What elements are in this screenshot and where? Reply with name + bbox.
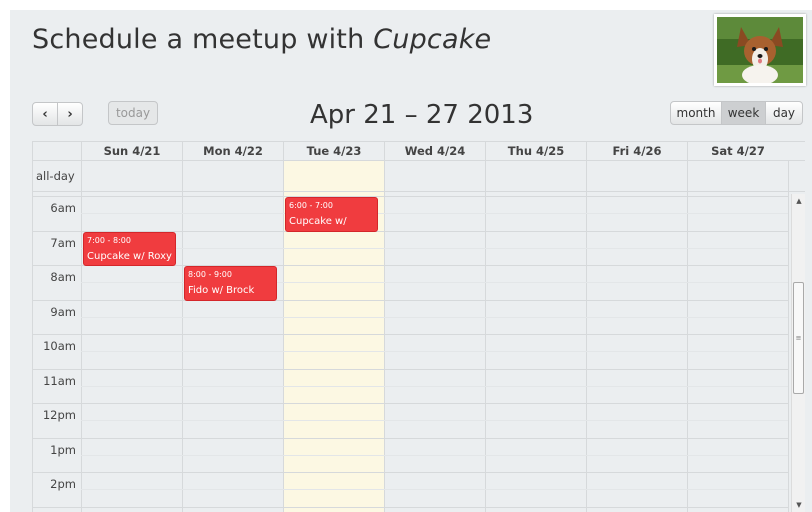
avatar xyxy=(714,14,806,86)
dog-photo xyxy=(717,17,803,83)
event-title: Cupcake w/ xyxy=(289,216,347,227)
time-scrollbar[interactable]: ▲ ≡ ▼ xyxy=(791,194,805,512)
half-hour-line xyxy=(81,385,788,387)
today-button[interactable]: today xyxy=(108,101,158,125)
hour-line xyxy=(32,334,788,335)
calendar-event[interactable]: 8:00 - 9:00 Fido w/ Brock xyxy=(184,266,277,301)
scroll-down-arrow-icon[interactable]: ▼ xyxy=(792,498,805,512)
next-week-button[interactable]: › xyxy=(57,102,83,126)
date-range-title: Apr 21 – 27 2013 xyxy=(310,100,534,130)
half-hour-line xyxy=(81,316,788,318)
week-grid[interactable]: all-day Sun 4/21 Mon 4/22 Tue 4/23 Wed 4/24… xyxy=(32,141,805,512)
time-gutter-divider xyxy=(32,142,33,512)
hour-label: 7am xyxy=(50,235,76,250)
calendar-event[interactable]: 6:00 - 7:00 Cupcake w/ xyxy=(285,197,378,232)
hour-line xyxy=(32,506,788,508)
half-hour-line xyxy=(81,454,788,456)
half-hour-line xyxy=(81,351,788,353)
page: Schedule a meetup with Cupcake ‹ › today… xyxy=(10,10,812,512)
event-time: 6:00 - 7:00 xyxy=(289,201,333,210)
title-name: Cupcake xyxy=(373,24,492,55)
hour-label: 9am xyxy=(50,304,76,319)
event-time: 7:00 - 8:00 xyxy=(87,235,131,245)
view-week-label: week xyxy=(727,106,760,120)
view-week-button[interactable]: week xyxy=(721,101,766,125)
chevron-left-icon: ‹ xyxy=(42,106,48,122)
event-time: 8:00 - 9:00 xyxy=(188,270,232,279)
hour-line xyxy=(32,299,788,301)
view-day-button[interactable]: day xyxy=(765,101,803,125)
event-title: Cupcake w/ Roxy xyxy=(87,250,172,262)
hour-label: 2pm xyxy=(50,477,76,491)
all-day-label: all-day xyxy=(36,169,75,183)
day-header: Fri 4/26 xyxy=(586,142,687,160)
day-header: Wed 4/24 xyxy=(384,142,485,160)
scroll-up-arrow-icon[interactable]: ▲ xyxy=(792,194,805,208)
half-hour-line xyxy=(81,247,788,249)
title-prefix: Schedule a meetup with xyxy=(32,24,365,55)
view-month-button[interactable]: month xyxy=(670,101,722,125)
half-hour-line xyxy=(81,213,788,215)
hour-line xyxy=(32,403,788,404)
calendar-event[interactable]: 7:00 - 8:00 Cupcake w/ Roxy xyxy=(83,231,176,266)
prev-week-button[interactable]: ‹ xyxy=(32,102,58,126)
day-header: Sat 4/27 xyxy=(687,142,788,160)
hour-line xyxy=(32,472,788,473)
day-header: Tue 4/23 xyxy=(283,142,384,160)
day-header: Sun 4/21 xyxy=(81,142,182,160)
hour-line xyxy=(32,368,788,370)
day-header: Thu 4/25 xyxy=(485,142,586,160)
scroll-thumb[interactable]: ≡ xyxy=(793,282,804,394)
chevron-right-icon: › xyxy=(67,106,73,122)
hour-line xyxy=(32,437,788,439)
event-title: Fido w/ Brock xyxy=(188,285,255,296)
day-divider xyxy=(788,160,789,512)
view-month-label: month xyxy=(676,106,716,120)
hour-label: 6am xyxy=(50,201,76,215)
hour-label: 1pm xyxy=(50,442,76,457)
half-hour-line xyxy=(81,489,788,491)
page-title: Schedule a meetup with Cupcake xyxy=(32,24,491,55)
hour-label: 8am xyxy=(50,270,76,284)
all-day-row[interactable] xyxy=(32,160,805,192)
hour-label: 12pm xyxy=(42,408,76,422)
view-day-label: day xyxy=(772,106,796,120)
hour-label: 11am xyxy=(43,373,76,388)
today-button-label: today xyxy=(115,106,151,120)
half-hour-line xyxy=(81,420,788,422)
day-header: Mon 4/22 xyxy=(182,142,283,160)
hour-label: 10am xyxy=(43,339,76,353)
hour-line xyxy=(32,196,788,197)
